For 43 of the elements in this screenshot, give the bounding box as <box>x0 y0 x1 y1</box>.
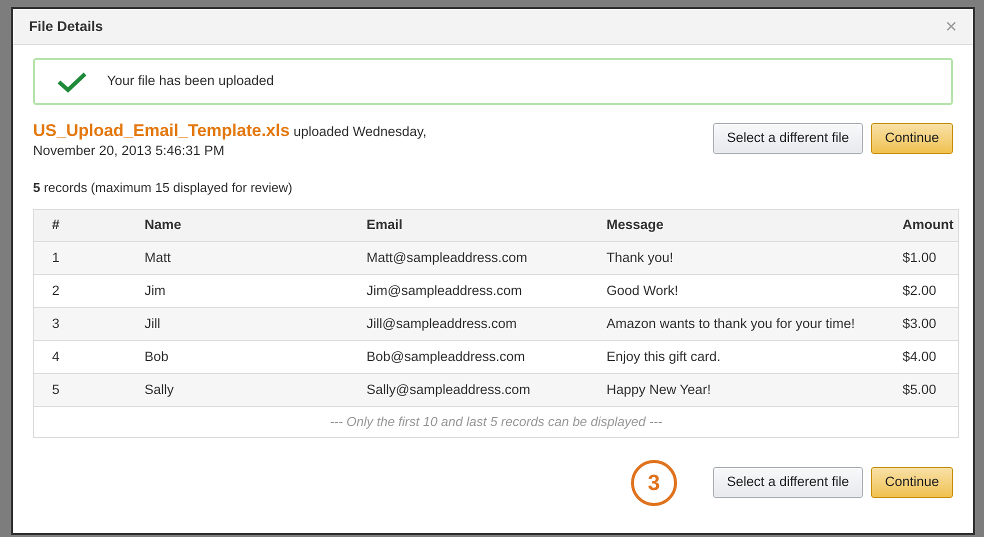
table-cell: Good Work! <box>588 274 884 307</box>
table-cell: $5.00 <box>884 373 958 406</box>
checkmark-icon <box>57 70 87 92</box>
column-header: Name <box>126 209 348 241</box>
table-cell: $3.00 <box>884 307 958 340</box>
table-cell: Jill <box>126 307 348 340</box>
dialog-title: File Details <box>29 17 103 36</box>
continue-button[interactable]: Continue <box>870 467 953 498</box>
file-name: US_Upload_Email_Template.xls <box>33 121 290 140</box>
table-cell: Sally <box>126 373 348 406</box>
table-cell: Sally@sampleaddress.com <box>348 373 588 406</box>
table-cell: Bob <box>126 340 348 373</box>
continue-button[interactable]: Continue <box>870 123 953 154</box>
select-file-button[interactable]: Select a different file <box>712 467 863 498</box>
table-cell: Jim@sampleaddress.com <box>348 274 588 307</box>
table-cell: Amazon wants to thank you for your time! <box>588 307 884 340</box>
table-cell: 2 <box>34 274 126 307</box>
table-cell: $2.00 <box>884 274 958 307</box>
table-cell: Matt@sampleaddress.com <box>348 241 588 274</box>
column-header: Amount <box>884 209 958 241</box>
table-cell: 5 <box>34 373 126 406</box>
table-footer-note: --- Only the first 10 and last 5 records can be displayed --- <box>34 406 958 437</box>
upload-info: uploaded Wednesday, <box>293 124 427 139</box>
table-cell: Thank you! <box>588 241 884 274</box>
table-cell: Enjoy this gift card. <box>588 340 884 373</box>
table-cell: Bob@sampleaddress.com <box>348 340 588 373</box>
select-file-button[interactable]: Select a different file <box>712 123 863 154</box>
table-cell: $4.00 <box>884 340 958 373</box>
table-cell: Matt <box>126 241 348 274</box>
table-cell: 1 <box>34 241 126 274</box>
table-cell: 4 <box>34 340 126 373</box>
column-header: Message <box>588 209 884 241</box>
records-summary: 5 records (maximum 15 displayed for review) <box>33 179 294 197</box>
upload-date: November 20, 2013 5:46:31 PM <box>33 142 226 160</box>
table-cell: Happy New Year! <box>588 373 884 406</box>
table-cell: Jill@sampleaddress.com <box>348 307 588 340</box>
alert-message: Your file has been uploaded <box>107 72 274 90</box>
table-cell: $1.00 <box>884 241 958 274</box>
table-cell: Jim <box>126 274 348 307</box>
column-header: Email <box>348 209 588 241</box>
table-cell: 3 <box>34 307 126 340</box>
column-header: # <box>34 209 126 241</box>
step-number: 3 <box>630 460 677 506</box>
